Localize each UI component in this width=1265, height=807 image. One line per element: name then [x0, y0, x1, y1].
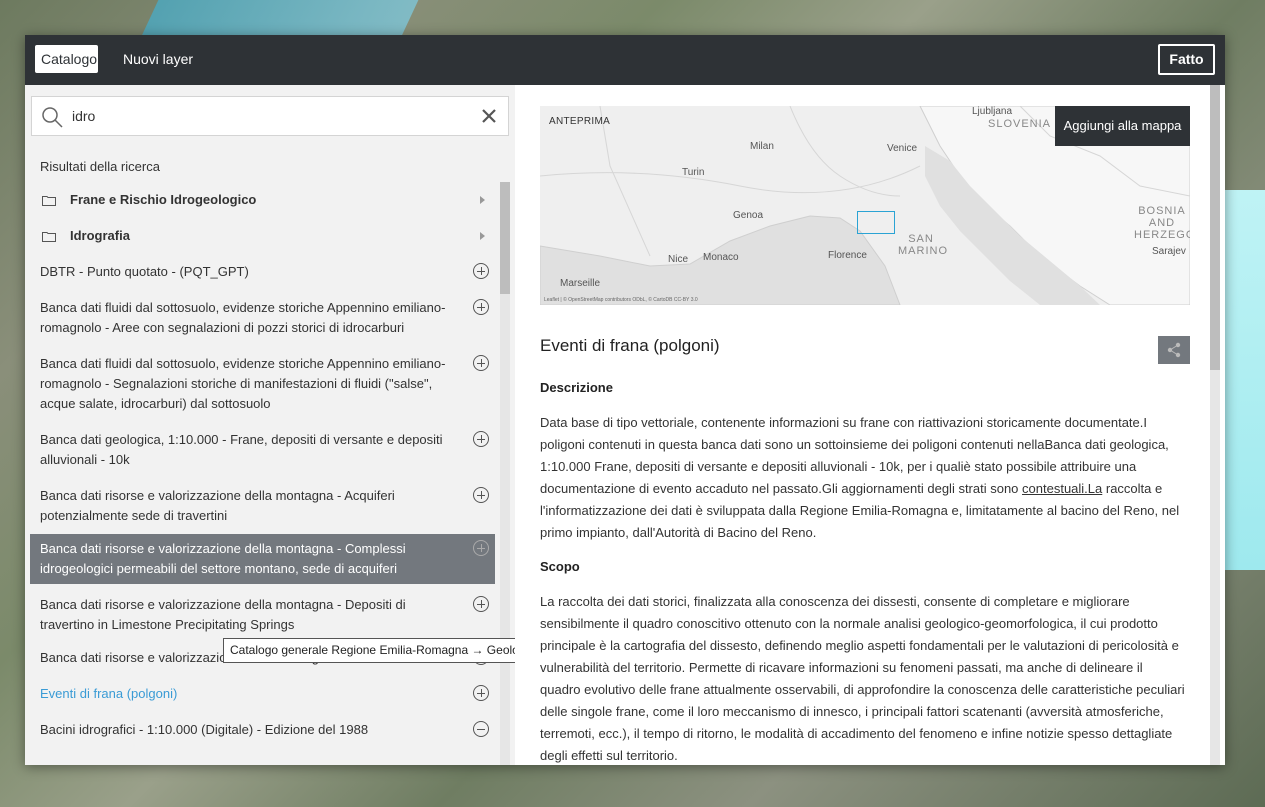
- preview-label: ANTEPRIMA: [549, 116, 611, 127]
- tab-catalog[interactable]: Catalogo: [35, 45, 98, 73]
- list-scrollbar[interactable]: [500, 182, 510, 765]
- tab-new-layers[interactable]: Nuovi layer: [117, 45, 199, 73]
- add-layer-icon[interactable]: [473, 685, 489, 701]
- list-item[interactable]: DBTR - Punto quotato - (PQT_GPT): [30, 254, 495, 290]
- map-city: Ljubljana: [972, 106, 1013, 117]
- add-layer-icon[interactable]: [473, 263, 489, 279]
- add-to-map-button[interactable]: Aggiungi alla mappa: [1055, 106, 1190, 146]
- add-layer-icon[interactable]: [473, 355, 489, 371]
- list-item[interactable]: Banca dati risorse e valorizzazione dell…: [30, 584, 495, 640]
- add-layer-icon[interactable]: [473, 487, 489, 503]
- scope-text: La raccolta dei dati storici, finalizzat…: [540, 594, 1185, 763]
- description-link[interactable]: contestuali.La: [1022, 481, 1102, 496]
- chevron-right-icon: [480, 232, 485, 240]
- add-layer-icon[interactable]: [473, 299, 489, 315]
- list-item-label: Banca dati fluidi dal sottosuolo, eviden…: [40, 356, 446, 411]
- results-list: Frane e Rischio Idrogeologico Idrografia…: [30, 182, 495, 765]
- list-item-label: Banca dati geologica, 1:10.000 - Frane, …: [40, 432, 443, 467]
- list-item[interactable]: Banca dati fluidi dal sottosuolo, eviden…: [30, 346, 495, 422]
- description-text: Data base di tipo vettoriale, contenente…: [540, 412, 1185, 544]
- layer-extent-box: [857, 211, 895, 234]
- results-header: Risultati della ricerca: [40, 159, 160, 174]
- map-country: SAN MARINO: [898, 233, 948, 257]
- layer-title: Eventi di frana (polgoni): [540, 336, 720, 355]
- scrollbar-thumb[interactable]: [1210, 85, 1220, 370]
- list-item-label: Bacini idrografici - 1:10.000 (Digitale)…: [40, 722, 369, 737]
- map-country: BOSNIA AND HERZEGOV: [1134, 205, 1190, 241]
- map-city: Turin: [682, 167, 705, 178]
- list-item-label: Eventi di frana (polgoni): [40, 686, 178, 701]
- map-city: Genoa: [733, 210, 764, 221]
- folder-icon: [42, 196, 56, 206]
- catalog-dialog: Catalogo Nuovi layer Fatto idro Risultat…: [25, 35, 1225, 765]
- list-item-label: Banca dati risorse e valorizzazione dell…: [40, 488, 395, 523]
- add-layer-icon[interactable]: [473, 431, 489, 447]
- scope-heading: Scopo: [540, 559, 580, 574]
- list-item-label: DBTR - Punto quotato - (PQT_GPT): [40, 264, 249, 279]
- map-city: Nice: [668, 254, 689, 265]
- list-item[interactable]: Banca dati risorse e valorizzazione dell…: [30, 478, 495, 534]
- map-city: Marseille: [560, 278, 601, 289]
- list-item[interactable]: Banca dati fluidi dal sottosuolo, eviden…: [30, 290, 495, 346]
- list-item-label: Banca dati risorse e valorizzazione dell…: [40, 541, 406, 576]
- preview-map[interactable]: ANTEPRIMA Aggiungi alla mappa Ljubljana …: [540, 106, 1190, 305]
- search-box[interactable]: idro: [31, 96, 509, 136]
- folder-label: Idrografia: [70, 228, 130, 243]
- folder-idrografia[interactable]: Idrografia: [30, 218, 495, 254]
- list-item[interactable]: Bacini idrografici - 1:10.000 (Digitale)…: [30, 712, 495, 748]
- list-item-selected[interactable]: Banca dati risorse e valorizzazione dell…: [30, 534, 495, 584]
- detail-panel: ANTEPRIMA Aggiungi alla mappa Ljubljana …: [515, 85, 1225, 765]
- share-button[interactable]: [1158, 336, 1190, 364]
- description-heading: Descrizione: [540, 380, 613, 395]
- scrollbar-thumb[interactable]: [500, 182, 510, 294]
- add-layer-icon[interactable]: [473, 596, 489, 612]
- map-city: Sarajev: [1152, 246, 1186, 257]
- search-icon: [42, 107, 63, 128]
- add-layer-icon[interactable]: [473, 540, 489, 556]
- share-icon: [1167, 342, 1181, 358]
- detail-scrollbar[interactable]: [1210, 85, 1220, 765]
- map-city: Milan: [750, 141, 774, 152]
- done-button[interactable]: Fatto: [1158, 44, 1215, 75]
- close-icon[interactable]: [480, 107, 498, 125]
- search-input[interactable]: idro: [72, 97, 95, 135]
- map-city: Venice: [887, 143, 918, 154]
- list-item-label: Banca dati fluidi dal sottosuolo, eviden…: [40, 300, 446, 335]
- map-city: Florence: [828, 250, 867, 261]
- chevron-right-icon: [480, 196, 485, 204]
- list-item-label: Banca dati risorse e valorizzazione dell…: [40, 597, 406, 632]
- list-item[interactable]: Banca dati geologica, 1:10.000 - Frane, …: [30, 422, 495, 478]
- map-city: Monaco: [703, 252, 739, 263]
- map-country: SLOVENIA: [988, 118, 1052, 130]
- tooltip: Catalogo generale Regione Emilia-Romagna…: [223, 638, 542, 663]
- dialog-topbar: Catalogo Nuovi layer Fatto: [25, 35, 1225, 85]
- folder-label: Frane e Rischio Idrogeologico: [70, 192, 257, 207]
- list-item-active[interactable]: Eventi di frana (polgoni): [30, 676, 495, 712]
- map-attribution: Leaflet | © OpenStreetMap contributors O…: [544, 297, 698, 303]
- background-sea: [141, 0, 419, 36]
- catalog-panel: idro Risultati della ricerca Frane e Ris…: [25, 85, 542, 765]
- remove-layer-icon[interactable]: [473, 721, 489, 737]
- folder-icon: [42, 232, 56, 242]
- folder-frane[interactable]: Frane e Rischio Idrogeologico: [30, 182, 495, 218]
